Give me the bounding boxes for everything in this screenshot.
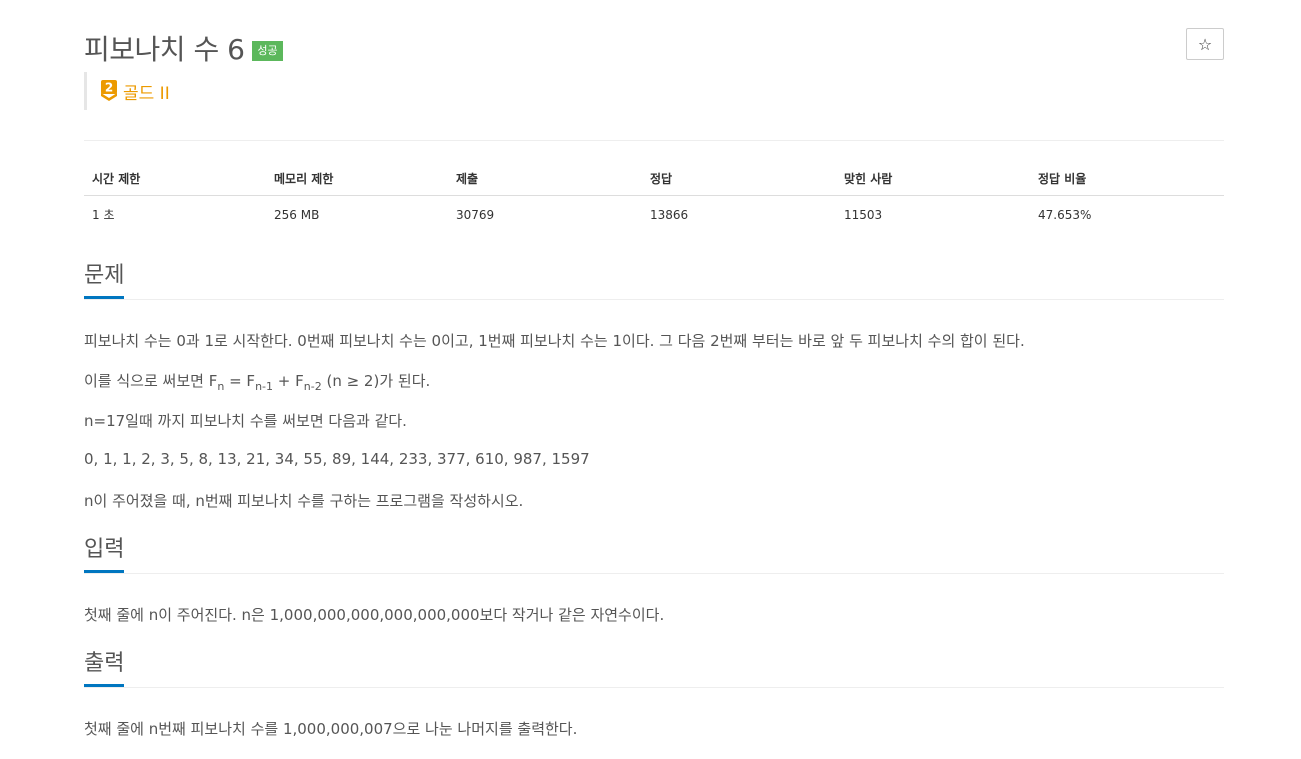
tier-label: 골드 II (123, 83, 170, 104)
problem-info-table: 시간 제한 메모리 제한 제출 정답 맞힌 사람 정답 비율 1 초 256 M… (84, 162, 1224, 231)
output-heading: 출력 (84, 650, 1224, 688)
header-accepted: 정답 (642, 162, 836, 196)
formula-sub-n-2: n-2 (303, 380, 322, 393)
tier-badge[interactable]: 2 골드 II (84, 72, 170, 110)
formula-text-4: (n ≥ 2)가 된다. (321, 372, 431, 390)
title-row: 피보나치 수 6 성공 (84, 28, 283, 68)
accepted-value: 13866 (650, 207, 689, 222)
description-paragraph-1: 피보나치 수는 0과 1로 시작한다. 0번째 피보나치 수는 0이고, 1번째… (84, 332, 1025, 350)
formula-sub-n-1: n-1 (255, 380, 274, 393)
section-divider (84, 573, 1224, 574)
table-row: 1 초 256 MB 30769 13866 11503 47.653% (84, 196, 1224, 232)
table-header-row: 시간 제한 메모리 제한 제출 정답 맞힌 사람 정답 비율 (84, 162, 1224, 196)
status-badge: 성공 (252, 41, 283, 61)
header-memory-limit: 메모리 제한 (266, 162, 448, 196)
gold-tier-icon: 2 (101, 80, 117, 101)
formula-text-2: = F (224, 372, 256, 390)
memory-limit-value: 256 MB (274, 207, 320, 222)
output-description: 첫째 줄에 n번째 피보나치 수를 1,000,000,007으로 나눈 나머지… (84, 720, 578, 738)
description-paragraph-3: n=17일때 까지 피보나치 수를 써보면 다음과 같다. (84, 412, 407, 430)
formula-text-3: + F (273, 372, 304, 390)
description-title: 문제 (84, 262, 125, 299)
header-time-limit: 시간 제한 (84, 162, 266, 196)
description-formula: 이를 식으로 써보면 Fn = Fn-1 + Fn-2 (n ≥ 2)가 된다. (84, 370, 430, 393)
favorite-button[interactable]: ☆ (1186, 28, 1224, 60)
header-submissions: 제출 (448, 162, 642, 196)
section-divider (84, 687, 1224, 688)
section-divider (84, 299, 1224, 300)
solvers-value: 11503 (844, 207, 883, 222)
description-heading: 문제 (84, 262, 1224, 300)
input-description: 첫째 줄에 n이 주어진다. n은 1,000,000,000,000,000,… (84, 606, 665, 624)
header-ratio: 정답 비율 (1030, 162, 1224, 196)
page-title: 피보나치 수 6 (84, 33, 245, 66)
input-heading: 입력 (84, 536, 1224, 574)
header-solvers: 맞힌 사람 (836, 162, 1030, 196)
input-title: 입력 (84, 536, 125, 573)
ratio-value: 47.653% (1038, 207, 1092, 222)
tier-number: 2 (105, 81, 113, 95)
description-paragraph-5: n이 주어졌을 때, n번째 피보나치 수를 구하는 프로그램을 작성하시오. (84, 492, 524, 510)
formula-text-1: 이를 식으로 써보면 F (84, 372, 218, 390)
output-title: 출력 (84, 650, 125, 687)
submissions-value: 30769 (456, 207, 495, 222)
time-limit-value: 1 초 (92, 208, 115, 222)
divider (84, 140, 1224, 141)
star-icon: ☆ (1197, 34, 1213, 54)
fibonacci-sequence: 0, 1, 1, 2, 3, 5, 8, 13, 21, 34, 55, 89,… (84, 450, 590, 468)
